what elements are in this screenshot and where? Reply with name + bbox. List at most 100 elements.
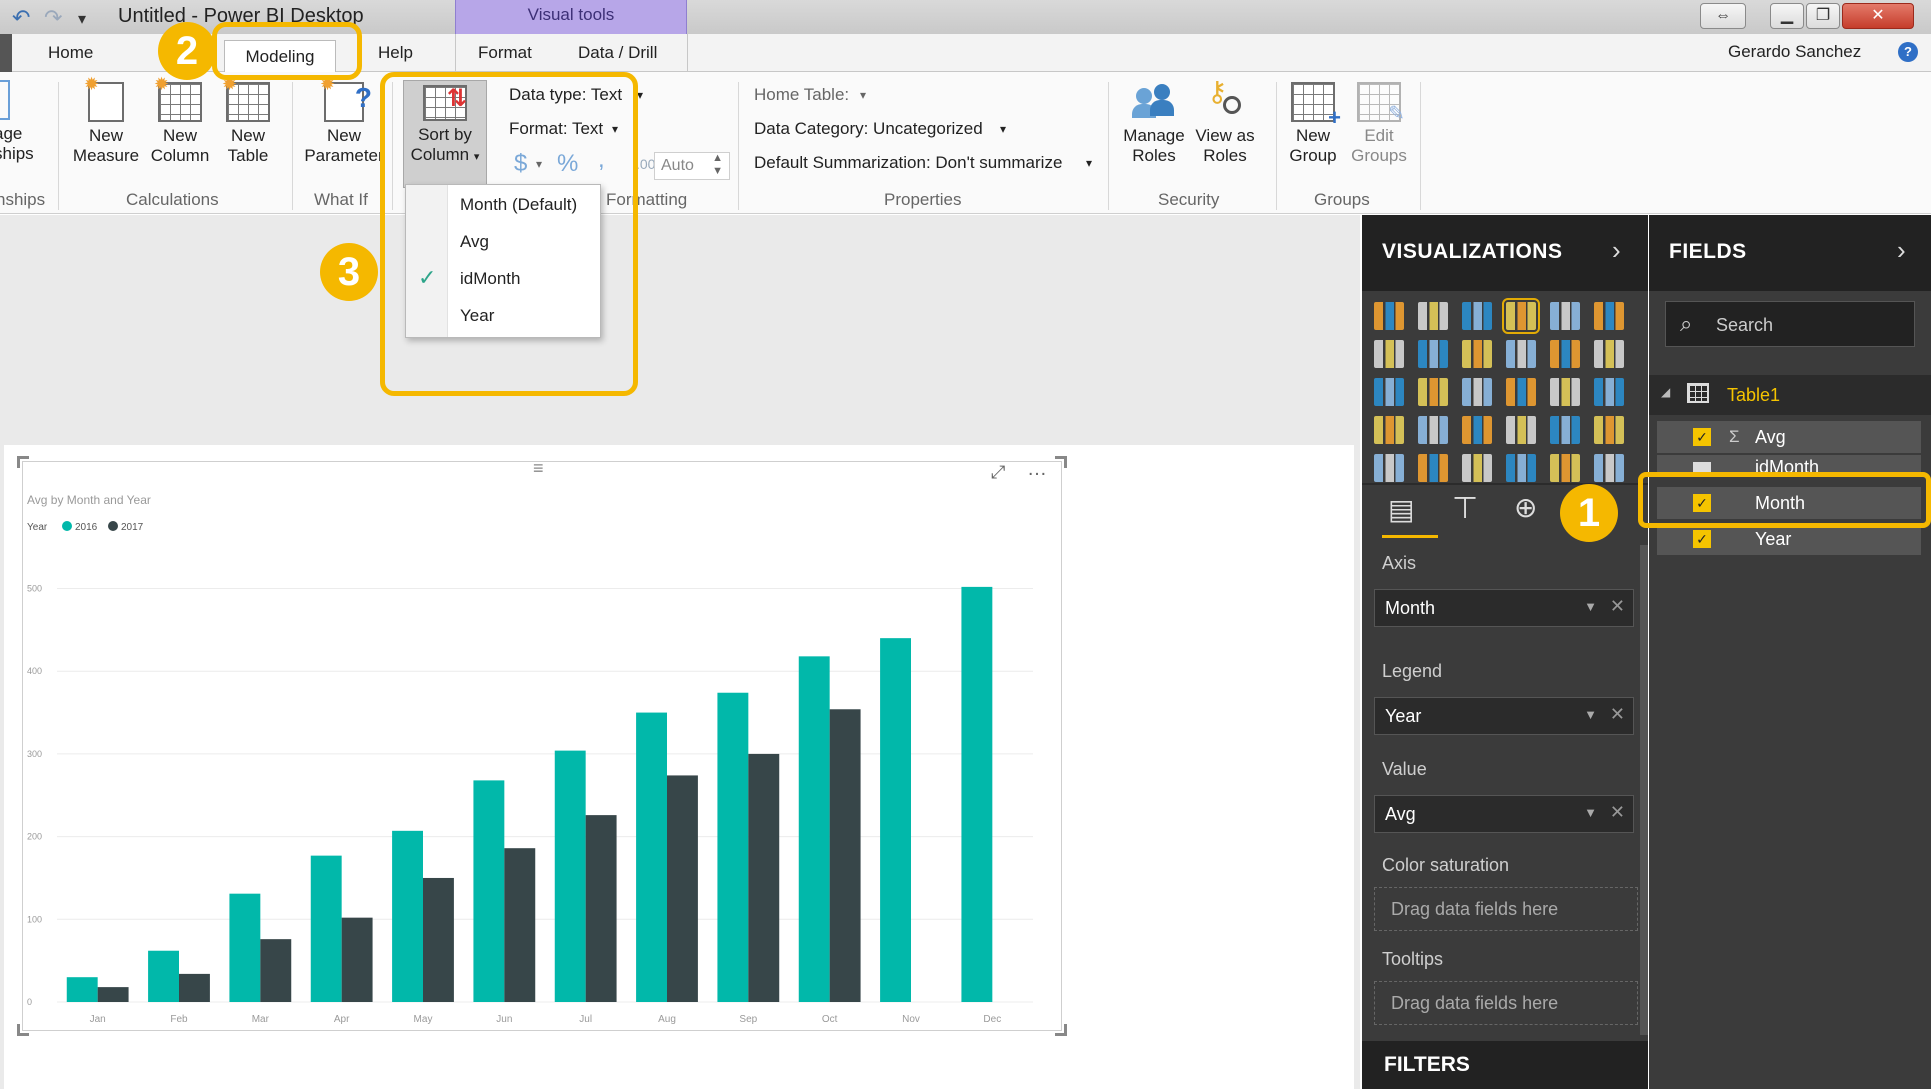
x-tick-label: Oct: [822, 1014, 838, 1025]
tab-help[interactable]: Help: [378, 43, 413, 63]
quick-access-dropdown-icon[interactable]: ▾: [78, 9, 86, 29]
visual-type-icon[interactable]: [1462, 454, 1492, 482]
manage-roles-button[interactable]: Manage Roles: [1118, 82, 1190, 166]
fields-search-input[interactable]: ⌕ Search: [1665, 301, 1915, 347]
chevron-right-icon[interactable]: ›: [1897, 235, 1906, 266]
visual-type-icon[interactable]: [1550, 302, 1580, 330]
resize-handle-icon[interactable]: [17, 456, 29, 468]
remove-field-icon[interactable]: ✕: [1610, 596, 1625, 617]
visual-type-icon[interactable]: [1374, 454, 1404, 482]
tab-format[interactable]: Format: [478, 43, 532, 63]
properties-group-label: Properties: [884, 190, 962, 209]
new-column-button[interactable]: ✹ New Column: [146, 74, 214, 166]
view-as-roles-button[interactable]: ⚷ View as Roles: [1190, 78, 1260, 166]
visual-type-icon[interactable]: [1374, 378, 1404, 406]
new-measure-button[interactable]: ✹ New Measure: [70, 74, 142, 166]
resize-handle-icon[interactable]: [1055, 1024, 1067, 1036]
visual-type-icon[interactable]: [1550, 340, 1580, 368]
stepper-arrows-icon[interactable]: ▲ ▼: [712, 152, 723, 178]
manage-relationships-button[interactable]: age ships: [0, 80, 46, 164]
more-options-icon[interactable]: …: [1027, 458, 1047, 481]
legend-field-pill[interactable]: Year ▼ ✕: [1374, 697, 1634, 735]
resize-icon[interactable]: ⇔: [1700, 3, 1746, 29]
visual-type-icon[interactable]: [1374, 340, 1404, 368]
visual-type-icon[interactable]: [1594, 340, 1624, 368]
remove-field-icon[interactable]: ✕: [1610, 704, 1625, 725]
field-item-avg[interactable]: ✓ Σ Avg: [1657, 421, 1921, 453]
value-well-label: Value: [1382, 759, 1427, 779]
visual-type-icon[interactable]: [1594, 416, 1624, 444]
visual-type-icon[interactable]: [1506, 454, 1536, 482]
collapse-icon[interactable]: ◢: [1661, 385, 1670, 399]
axis-field-pill[interactable]: Month ▼ ✕: [1374, 589, 1634, 627]
visual-type-icon[interactable]: [1418, 302, 1448, 330]
bars: [66, 586, 993, 1002]
analytics-icon[interactable]: ⊕: [1514, 491, 1537, 524]
visual-type-icon[interactable]: [1462, 416, 1492, 444]
visual-type-icon[interactable]: [1594, 302, 1624, 330]
decimal-button[interactable]: .00: [636, 156, 655, 172]
bar-2016-may: [392, 830, 423, 1002]
visual-type-icon[interactable]: [1418, 378, 1448, 406]
visual-type-icon[interactable]: [1506, 416, 1536, 444]
remove-field-icon[interactable]: ✕: [1610, 802, 1625, 823]
resize-handle-icon[interactable]: [17, 1024, 29, 1036]
edit-groups-button[interactable]: ✎ Edit Groups: [1348, 82, 1410, 166]
chevron-down-icon[interactable]: ▼: [1584, 599, 1597, 614]
bar-2017-may: [423, 877, 454, 1002]
checkbox-checked-icon[interactable]: ✓: [1693, 428, 1711, 446]
groups-group-label: Groups: [1314, 190, 1370, 209]
value-field-pill[interactable]: Avg ▼ ✕: [1374, 795, 1634, 833]
chevron-right-icon[interactable]: ›: [1612, 235, 1621, 266]
visual-type-icon[interactable]: [1594, 378, 1624, 406]
visual-type-icon[interactable]: [1374, 302, 1404, 330]
visual-type-icon[interactable]: [1550, 378, 1580, 406]
visual-type-icon[interactable]: [1462, 302, 1492, 330]
fields-tab-icon[interactable]: ▤: [1388, 493, 1414, 526]
visual-type-icon[interactable]: [1550, 454, 1580, 482]
clustered-column-chart-visual[interactable]: 0 100 200 300 400 500 Jan Feb Mar Apr May Jun Jul Aug…: [17, 456, 1067, 1036]
focus-mode-icon[interactable]: ⤢: [991, 462, 1005, 483]
chevron-down-icon[interactable]: ▼: [1584, 707, 1597, 722]
tooltips-drop-zone[interactable]: Drag data fields here: [1374, 981, 1638, 1025]
decimal-places-stepper[interactable]: Auto ▲ ▼: [654, 152, 730, 180]
paint-roller-icon[interactable]: ⊤: [1452, 491, 1478, 526]
data-category-dropdown[interactable]: Data Category: Uncategorized: [754, 119, 983, 139]
table-node[interactable]: ◢ Table1: [1649, 375, 1931, 415]
default-summarization-dropdown[interactable]: Default Summarization: Don't summarize: [754, 153, 1062, 173]
pane-scrollbar[interactable]: [1640, 545, 1648, 1035]
what-if-group-label: What If: [314, 190, 368, 209]
close-button[interactable]: ✕: [1842, 3, 1914, 29]
new-table-button[interactable]: ✹ New Table: [216, 74, 280, 166]
minimize-button[interactable]: ▁: [1770, 3, 1804, 29]
help-icon[interactable]: ?: [1898, 42, 1918, 62]
visual-type-icon[interactable]: [1418, 340, 1448, 368]
visual-type-icon[interactable]: [1462, 340, 1492, 368]
tab-data-drill[interactable]: Data / Drill: [578, 43, 657, 63]
resize-handle-icon[interactable]: [1055, 456, 1067, 468]
redo-icon[interactable]: ↷: [44, 5, 62, 31]
color-saturation-drop-zone[interactable]: Drag data fields here: [1374, 887, 1638, 931]
visual-type-icon[interactable]: [1506, 340, 1536, 368]
chevron-down-icon[interactable]: ▼: [1584, 805, 1597, 820]
visual-type-icon[interactable]: [1550, 416, 1580, 444]
visual-type-icon[interactable]: [1506, 378, 1536, 406]
undo-icon[interactable]: ↶: [12, 5, 30, 31]
visual-type-icon[interactable]: [1502, 298, 1540, 334]
drag-handle-icon[interactable]: ≡: [533, 458, 544, 479]
checkbox-checked-icon[interactable]: ✓: [1693, 530, 1711, 548]
new-group-button[interactable]: + New Group: [1282, 82, 1344, 166]
visual-type-icon[interactable]: [1374, 416, 1404, 444]
visual-type-icon[interactable]: [1418, 416, 1448, 444]
bar-2016-oct: [798, 656, 830, 1002]
new-parameter-button[interactable]: ✹? New Parameter: [298, 74, 390, 166]
visual-type-icon[interactable]: [1418, 454, 1448, 482]
visual-type-icon[interactable]: [1594, 454, 1624, 482]
restore-button[interactable]: ❐: [1806, 3, 1840, 29]
filters-header[interactable]: FILTERS: [1362, 1041, 1648, 1089]
file-menu-edge[interactable]: [0, 34, 12, 72]
ribbon-separator: [58, 82, 59, 210]
visual-type-icon[interactable]: [1462, 378, 1492, 406]
home-table-dropdown[interactable]: Home Table:: [754, 85, 849, 105]
tab-home[interactable]: Home: [48, 43, 93, 63]
